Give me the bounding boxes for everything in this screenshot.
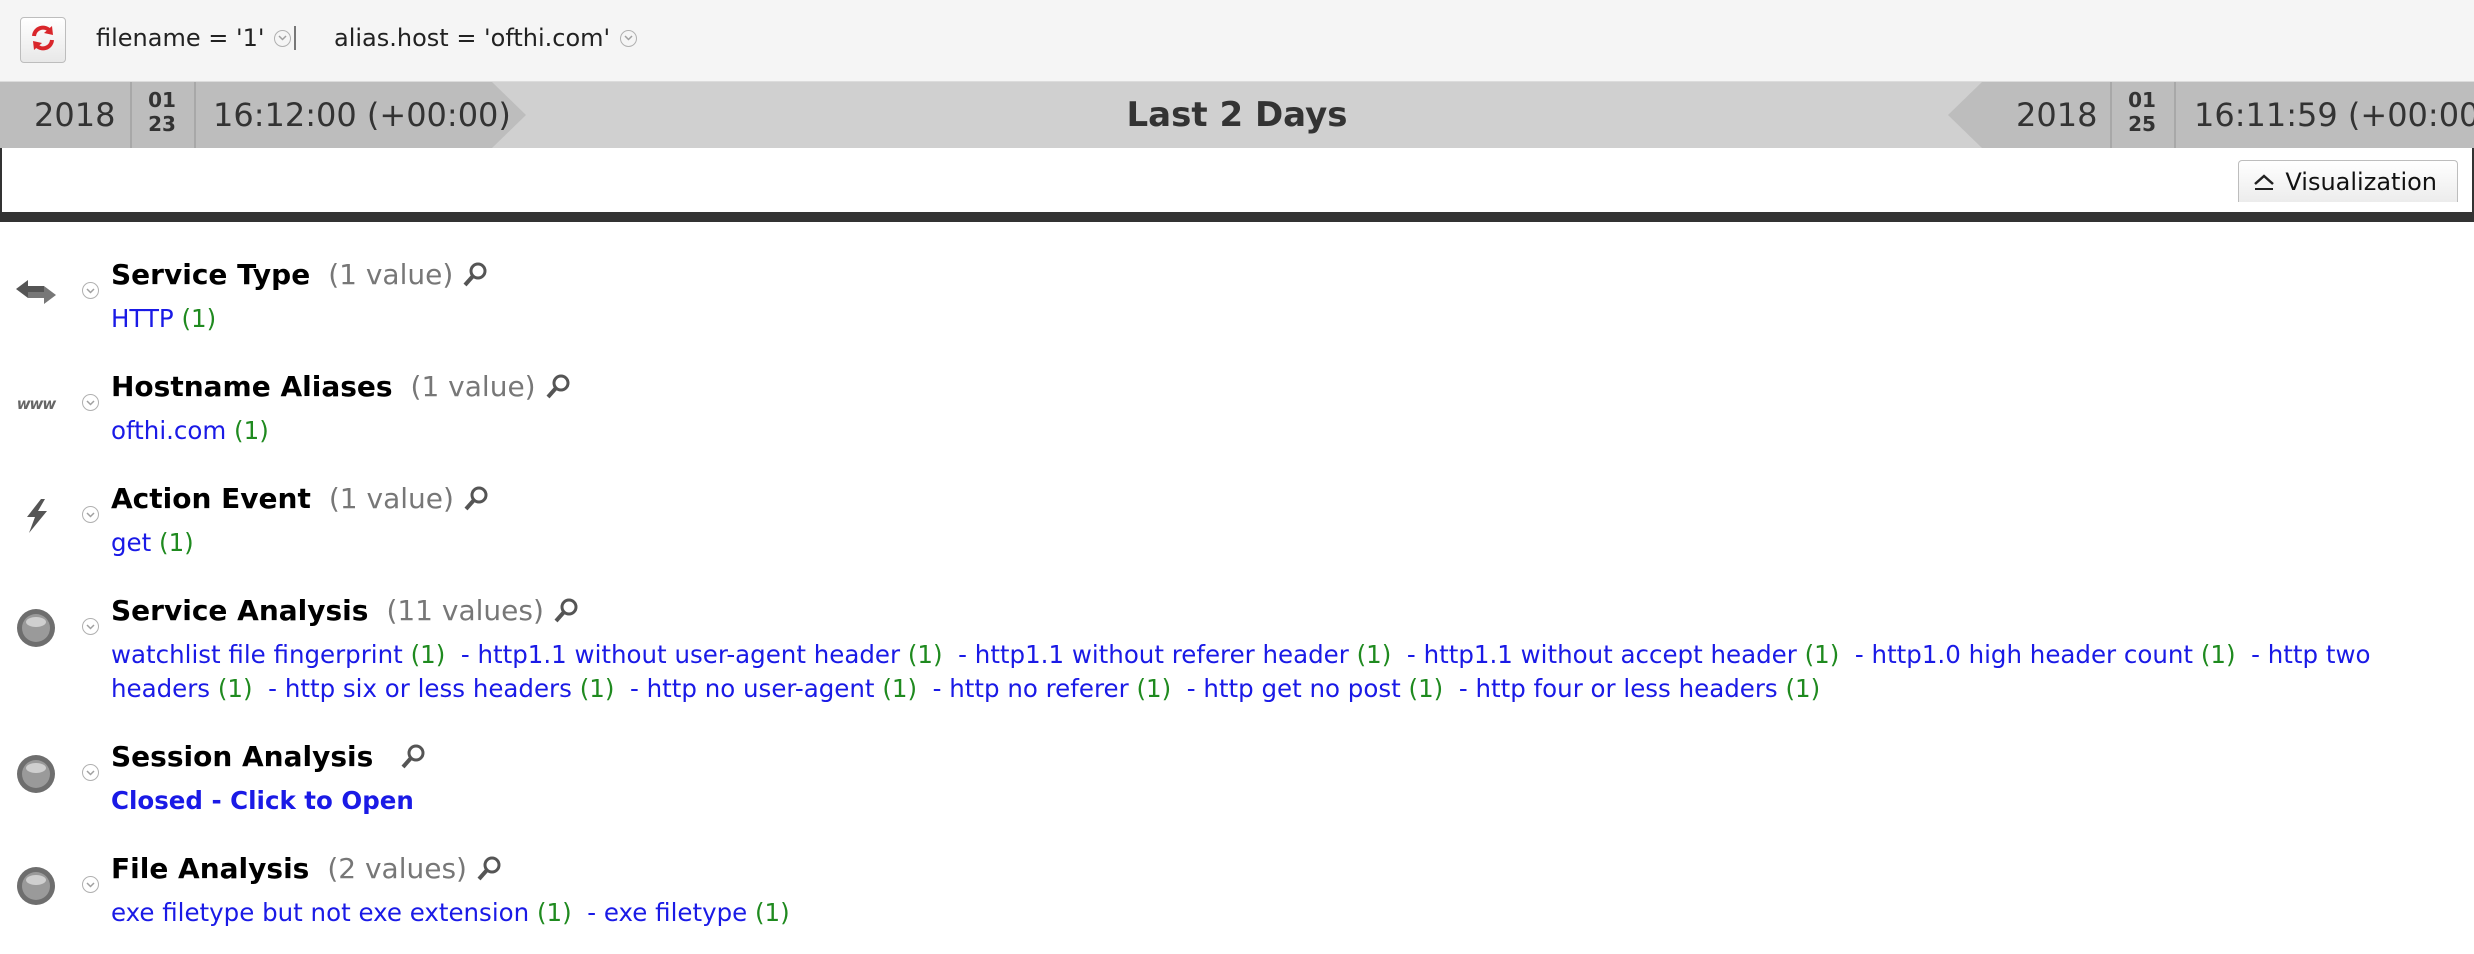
date-range-bar: 2018 01 23 16:12:00 (+00:00) Last 2 Days… — [0, 82, 2474, 148]
section-divider — [0, 212, 2474, 222]
field-value-count: (11 values) — [386, 594, 544, 627]
chevron-down-icon[interactable] — [82, 506, 99, 523]
divider — [2174, 82, 2176, 148]
filter-bar: filename = '1' alias.host = 'ofthi.com' — [0, 0, 2474, 82]
field-values: ofthi.com (1) — [111, 414, 2441, 448]
value-count: (1) — [1785, 674, 1821, 703]
arrows-exchange-icon — [14, 272, 58, 312]
filter-label: filename = '1' — [96, 24, 265, 52]
field-title-text: Service Type — [111, 258, 311, 291]
meta-badge-icon — [14, 608, 58, 648]
value-count: (1) — [579, 674, 615, 703]
end-time[interactable]: 16:11:59 (+00:00) — [2194, 82, 2474, 148]
visualization-row: Visualization — [0, 148, 2474, 212]
value-link[interactable]: HTTP — [111, 304, 174, 333]
value-link[interactable]: exe filetype — [604, 898, 747, 927]
search-icon[interactable] — [475, 855, 503, 883]
lightning-icon — [14, 496, 58, 536]
value-count: (1) — [1356, 640, 1392, 669]
value-link[interactable]: http1.1 without accept header — [1424, 640, 1797, 669]
field-values: get (1) — [111, 526, 2441, 560]
value-link[interactable]: ofthi.com — [111, 416, 226, 445]
value-link[interactable]: http1.1 without referer header — [975, 640, 1349, 669]
www-icon: www — [16, 395, 57, 413]
caret-up-icon — [2253, 173, 2275, 191]
field-value-count: (1 value) — [328, 258, 454, 291]
end-month: 01 — [2128, 88, 2156, 112]
value-count: (1) — [159, 528, 194, 557]
visualization-toggle-button[interactable]: Visualization — [2238, 160, 2458, 202]
value-link[interactable]: http no user-agent — [647, 674, 875, 703]
field-values: watchlist file fingerprint (1) - http1.1… — [111, 640, 2371, 703]
filter-label: alias.host = 'ofthi.com' — [334, 24, 611, 52]
value-link[interactable]: http get no post — [1203, 674, 1400, 703]
value-link[interactable]: exe filetype but not exe extension — [111, 898, 529, 927]
value-count: (1) — [755, 898, 790, 927]
value-link[interactable]: watchlist file fingerprint — [111, 640, 403, 669]
value-count: (1) — [217, 674, 253, 703]
filter-filename[interactable]: filename = '1' — [96, 24, 292, 52]
search-icon[interactable] — [544, 373, 572, 401]
field-title-text: File Analysis — [111, 852, 310, 885]
field-values: Closed - Click to Open — [111, 784, 2441, 818]
field-title-text: Action Event — [111, 482, 311, 515]
value-link[interactable]: get — [111, 528, 151, 557]
field-values: HTTP (1) — [111, 302, 2441, 336]
field-title[interactable]: File Analysis (2 values) — [111, 852, 503, 885]
value-count: (1) — [907, 640, 943, 669]
value-link[interactable]: http four or less headers — [1475, 674, 1777, 703]
chevron-down-icon[interactable] — [82, 618, 99, 635]
value-link[interactable]: http1.1 without user-agent header — [478, 640, 901, 669]
value-count: (1) — [882, 674, 918, 703]
end-month-day[interactable]: 01 25 — [2116, 88, 2168, 136]
value-count: (1) — [410, 640, 446, 669]
value-count: (1) — [1408, 674, 1444, 703]
meta-badge-icon — [14, 866, 58, 906]
value-count: (1) — [1136, 674, 1172, 703]
filter-alias-host[interactable]: alias.host = 'ofthi.com' — [334, 24, 638, 52]
divider — [2110, 82, 2112, 148]
end-day: 25 — [2128, 112, 2156, 136]
chevron-down-icon[interactable] — [620, 29, 638, 47]
value-count: (1) — [1804, 640, 1840, 669]
refresh-button[interactable] — [20, 17, 66, 63]
search-icon[interactable] — [399, 743, 427, 771]
field-value-count: (1 value) — [410, 370, 536, 403]
field-values: exe filetype but not exe extension (1) -… — [111, 898, 790, 927]
field-title[interactable]: Action Event (1 value) — [111, 482, 490, 515]
value-link[interactable]: http six or less headers — [285, 674, 572, 703]
field-value-count: (1 value) — [328, 482, 454, 515]
refresh-icon — [28, 23, 58, 57]
field-title-text: Service Analysis — [111, 594, 369, 627]
value-link[interactable]: http1.0 high header count — [1872, 640, 2193, 669]
field-title[interactable]: Service Analysis (11 values) — [111, 594, 580, 627]
field-title[interactable]: Service Type (1 value) — [111, 258, 489, 291]
end-arrow — [1948, 82, 1982, 148]
open-section-link[interactable]: Closed - Click to Open — [111, 786, 414, 815]
filter-separator — [294, 26, 296, 50]
meta-badge-icon — [14, 754, 58, 794]
search-icon[interactable] — [462, 485, 490, 513]
field-value-count: (2 values) — [327, 852, 467, 885]
value-count: (1) — [181, 304, 217, 333]
field-title[interactable]: Hostname Aliases (1 value) — [111, 370, 572, 403]
search-icon[interactable] — [461, 261, 489, 289]
chevron-down-icon[interactable] — [82, 876, 99, 893]
visualization-label: Visualization — [2285, 167, 2437, 196]
chevron-down-icon[interactable] — [82, 394, 99, 411]
field-title-text: Session Analysis — [111, 740, 374, 773]
search-icon[interactable] — [552, 597, 580, 625]
chevron-down-icon[interactable] — [82, 282, 99, 299]
chevron-down-icon[interactable] — [82, 764, 99, 781]
value-link[interactable]: http no referer — [949, 674, 1128, 703]
field-title[interactable]: Session Analysis — [111, 740, 427, 773]
value-count: (1) — [234, 416, 269, 445]
field-title-text: Hostname Aliases — [111, 370, 393, 403]
end-year[interactable]: 2018 — [2016, 82, 2097, 148]
chevron-down-icon[interactable] — [274, 29, 292, 47]
value-count: (1) — [2200, 640, 2236, 669]
value-count: (1) — [536, 898, 572, 927]
